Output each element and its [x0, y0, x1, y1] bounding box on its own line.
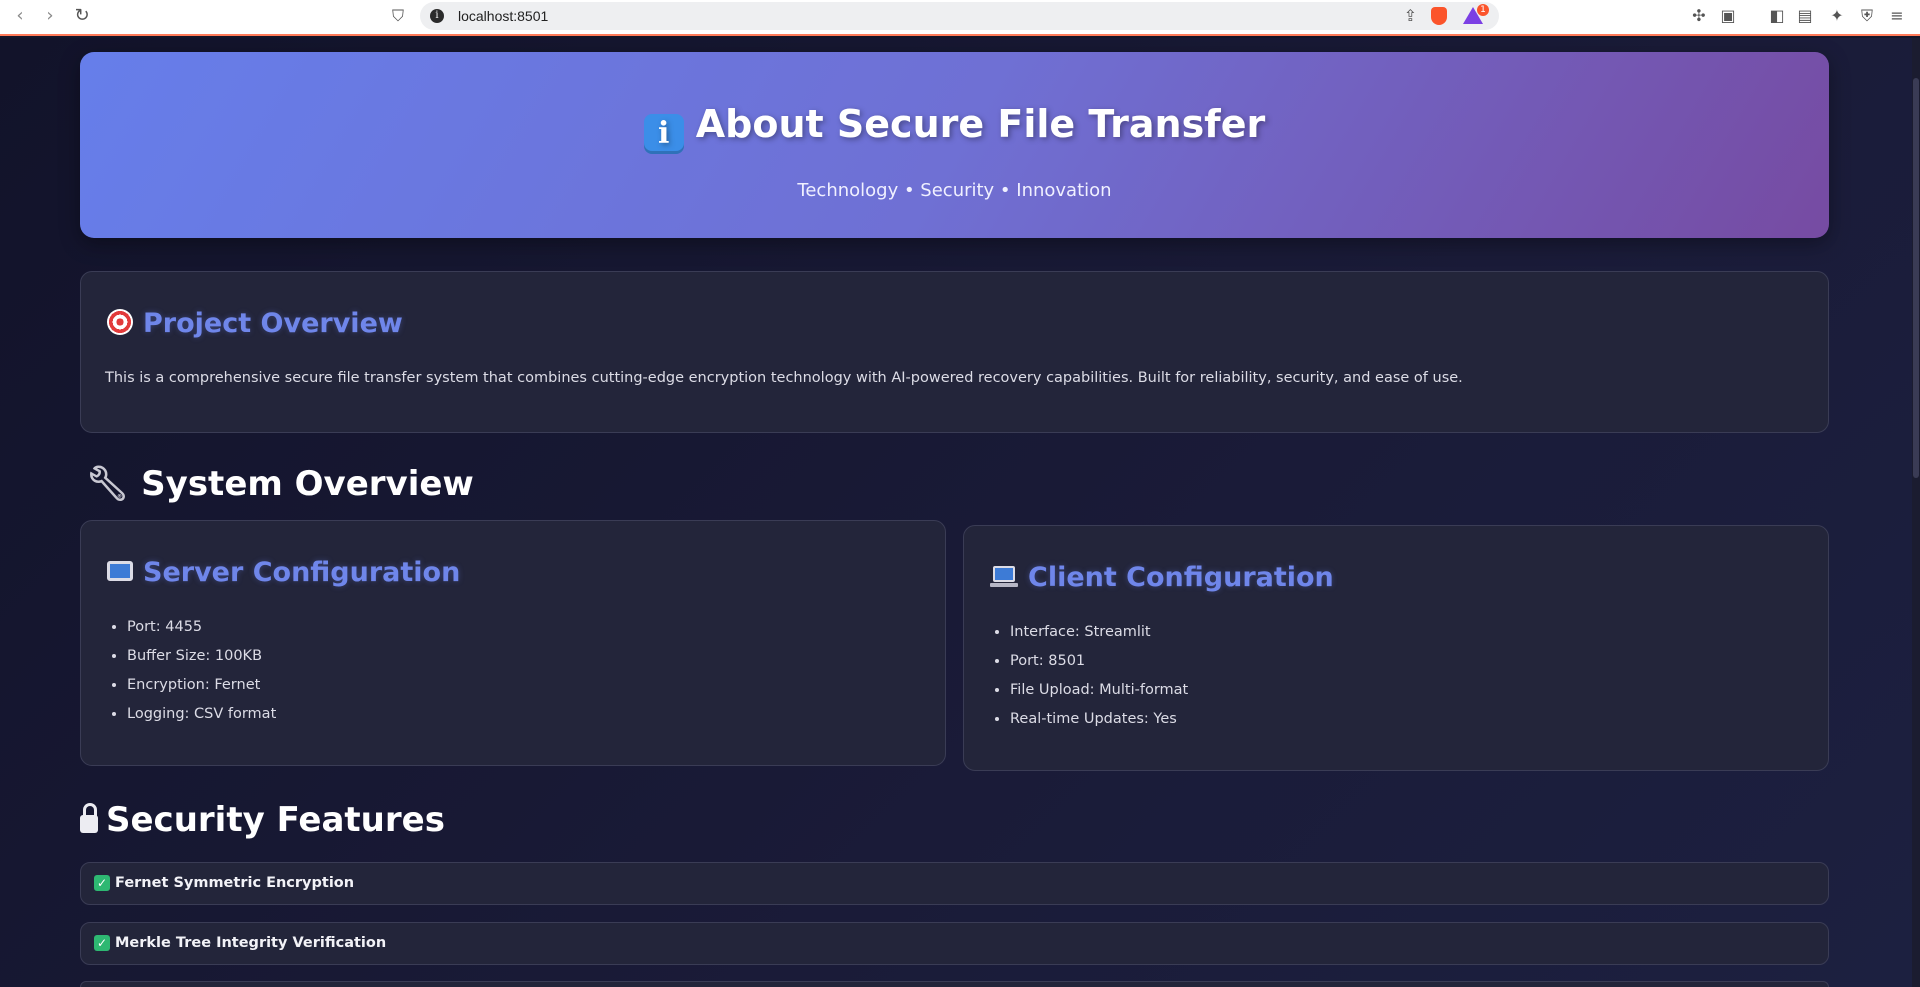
security-feature-expander[interactable]: ✓ Fernet Symmetric Encryption: [80, 862, 1829, 905]
target-icon: [107, 309, 133, 335]
vpn-shield-icon[interactable]: ⛨: [1856, 5, 1878, 27]
client-config-item: Port: 8501: [1010, 650, 1188, 679]
url-text[interactable]: localhost:8501: [458, 8, 548, 24]
leo-ai-icon[interactable]: ✦: [1826, 5, 1848, 27]
server-config-item: Encryption: Fernet: [127, 674, 276, 703]
extensions-icon[interactable]: ✣: [1688, 5, 1710, 27]
checkmark-icon: ✓: [94, 935, 110, 951]
back-icon[interactable]: ‹: [8, 4, 32, 28]
security-features-heading: Security Features: [80, 800, 445, 840]
menu-icon[interactable]: ≡: [1886, 5, 1908, 27]
browser-toolbar: ‹ › ↻ ⛉ i localhost:8501 ⇪ 1 ✣ ▣ ◧ ▤ ✦ ⛨…: [0, 0, 1920, 36]
hero-banner: i About Secure File Transfer Technology •…: [80, 52, 1829, 238]
server-config-item: Port: 4455: [127, 616, 276, 645]
client-config-item: File Upload: Multi-format: [1010, 679, 1188, 708]
security-feature-expander[interactable]: ✓ Merkle Tree Integrity Verification: [80, 922, 1829, 965]
security-feature-expander-partial[interactable]: [80, 981, 1829, 987]
info-icon: i: [643, 114, 684, 154]
client-config-item: Real-time Updates: Yes: [1010, 708, 1188, 737]
desktop-computer-icon: [107, 561, 133, 581]
server-config-item: Logging: CSV format: [127, 703, 276, 732]
site-info-icon[interactable]: i: [430, 9, 444, 23]
rewards-badge: 1: [1477, 4, 1489, 16]
security-feature-label: Fernet Symmetric Encryption: [115, 875, 355, 891]
client-config-heading: Client Configuration: [990, 562, 1334, 593]
scrollbar-thumb[interactable]: [1913, 78, 1919, 478]
security-features-title: Security Features: [106, 800, 445, 840]
sidebar-icon[interactable]: ◧: [1766, 5, 1788, 27]
project-overview-heading: Project Overview: [107, 308, 403, 339]
page-scrollbar[interactable]: [1912, 38, 1920, 987]
server-config-title: Server Configuration: [143, 557, 461, 588]
project-overview-card: Project Overview This is a comprehensive…: [80, 271, 1829, 433]
reload-icon[interactable]: ↻: [70, 4, 94, 28]
project-overview-text: This is a comprehensive secure file tran…: [105, 370, 1463, 386]
server-config-heading: Server Configuration: [107, 557, 460, 588]
server-config-item: Buffer Size: 100KB: [127, 645, 276, 674]
system-overview-heading: 🔧︎ System Overview: [86, 464, 474, 504]
client-config-item: Interface: Streamlit: [1010, 621, 1188, 650]
wallet-icon[interactable]: ▤: [1794, 5, 1816, 27]
address-bar[interactable]: i localhost:8501 ⇪ 1: [420, 2, 1499, 30]
page-title: i About Secure File Transfer: [80, 102, 1829, 154]
client-config-list: Interface: Streamlit Port: 8501 File Upl…: [988, 621, 1188, 737]
brave-shields-icon[interactable]: [1431, 7, 1447, 25]
client-config-card: Client Configuration Interface: Streamli…: [963, 525, 1829, 771]
lock-icon: [80, 803, 98, 833]
server-config-list: Port: 4455 Buffer Size: 100KB Encryption…: [105, 616, 276, 732]
system-overview-title: System Overview: [141, 464, 474, 504]
wrench-icon: 🔧︎: [86, 464, 130, 504]
page-subtitle: Technology • Security • Innovation: [797, 180, 1112, 201]
laptop-icon: [990, 566, 1018, 588]
server-config-card: Server Configuration Port: 4455 Buffer S…: [80, 520, 946, 766]
project-overview-title: Project Overview: [143, 308, 403, 339]
security-feature-label: Merkle Tree Integrity Verification: [115, 935, 387, 951]
bookmark-icon[interactable]: ⛉: [386, 4, 410, 28]
client-config-title: Client Configuration: [1028, 562, 1334, 593]
page-title-text: About Secure File Transfer: [695, 102, 1266, 146]
checkmark-icon: ✓: [94, 875, 110, 891]
share-icon[interactable]: ⇪: [1404, 6, 1417, 25]
tab-search-icon[interactable]: ▣: [1717, 5, 1739, 27]
forward-icon[interactable]: ›: [38, 4, 62, 28]
